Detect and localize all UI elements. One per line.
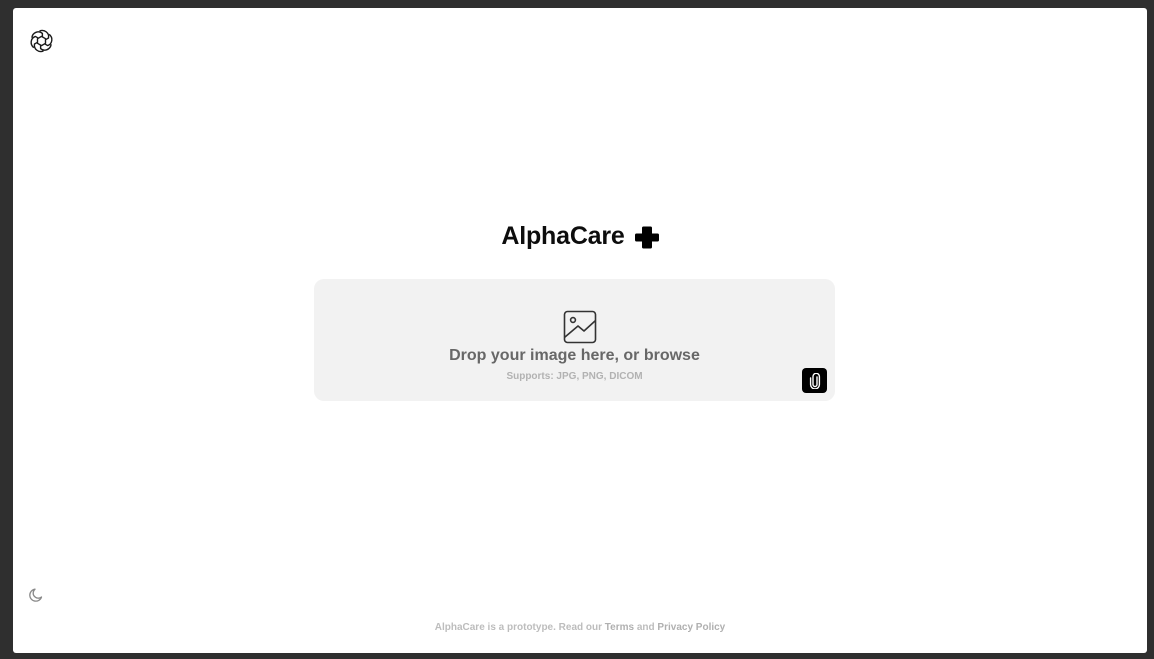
footer-disclaimer: AlphaCare is a prototype. Read our Terms… bbox=[13, 622, 1147, 633]
medical-cross-icon bbox=[634, 225, 659, 249]
image-dropzone[interactable]: Drop your image here, or browse Supports… bbox=[314, 279, 835, 401]
footer-joiner: and bbox=[634, 622, 658, 633]
footer-prefix: AlphaCare is a prototype. Read our bbox=[434, 622, 605, 633]
terms-link[interactable]: Terms bbox=[605, 622, 634, 633]
attach-file-button[interactable] bbox=[802, 368, 827, 393]
supported-formats-text: Supports: JPG, PNG, DICOM bbox=[506, 371, 643, 382]
openai-knot-icon[interactable] bbox=[27, 27, 56, 55]
page-heading: AlphaCare bbox=[13, 222, 1147, 251]
privacy-policy-link[interactable]: Privacy Policy bbox=[657, 622, 725, 633]
page-title: AlphaCare bbox=[501, 222, 625, 250]
paperclip-icon bbox=[809, 372, 820, 389]
moon-icon[interactable] bbox=[28, 587, 44, 603]
image-icon bbox=[563, 310, 597, 344]
app-window: AlphaCare Drop your image here, or brows… bbox=[13, 8, 1147, 653]
dropzone-primary-text: Drop your image here, or browse bbox=[449, 347, 700, 364]
